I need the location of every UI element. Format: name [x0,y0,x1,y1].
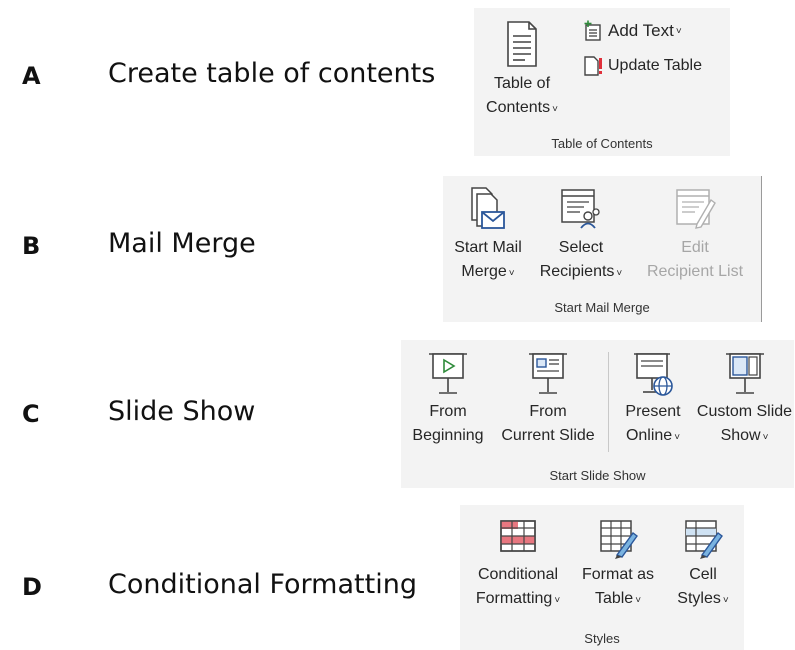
table-of-contents-button[interactable]: Table of Contents ˅ [482,20,562,122]
from-beginning-line2: Beginning [412,427,484,444]
chevron-down-icon: ˅ [762,432,769,443]
table-of-contents-icon [507,21,537,67]
ribbon-b-right-edge [761,176,762,322]
select-label-line2: Recipients [539,263,615,280]
chevron-down-icon: ˅ [616,268,623,279]
cell-styles-line2: Styles [677,590,721,607]
conditional-label-line2: Formatting [475,590,553,607]
group-name-table-of-contents: Table of Contents [551,136,653,151]
row-a-label: Create table of contents [108,58,436,89]
row-d-label: Conditional Formatting [108,569,417,600]
chevron-down-icon: ˅ [508,268,515,279]
add-text-button[interactable]: Add Text ˅ [582,20,682,42]
present-online-button[interactable]: Present Online ˅ [613,350,693,450]
custom-slide-show-button[interactable]: Custom Slide Show ˅ [695,350,794,450]
row-c-letter: C [22,400,40,428]
from-current-line2: Current Slide [501,427,595,444]
cell-styles-line1: Cell [689,566,717,583]
row-b-letter: B [22,232,41,260]
mail-merge-icon [471,187,505,229]
present-online-globe-icon [634,353,673,396]
toc-label-line2: Contents [486,99,551,116]
update-table-button[interactable]: Update Table [582,55,702,77]
projector-screen-play-icon [429,353,467,394]
format-as-table-button[interactable]: Format as Table ˅ [574,517,662,613]
conditional-label-line1: Conditional [477,566,559,583]
custom-slide-line2: Show [720,427,761,444]
select-recipients-button[interactable]: Select Recipients ˅ [533,186,629,286]
add-text-label: Add Text [608,21,674,40]
conditional-formatting-button[interactable]: Conditional Formatting ˅ [466,517,570,613]
group-name-start-slide-show: Start Slide Show [549,468,646,483]
custom-slide-show-icon [725,353,764,394]
chevron-down-icon: ˅ [552,104,558,115]
present-online-line2: Online [625,427,673,444]
edit-recipient-list-icon [676,189,716,229]
group-name-styles: Styles [584,631,620,646]
edit-recipient-list-button[interactable]: Edit Recipient List [637,186,753,284]
chevron-down-icon: ˅ [674,432,681,443]
format-as-table-line1: Format as [581,566,654,583]
from-beginning-button[interactable]: From Beginning [405,350,491,448]
ribbon-start-mail-merge: Start Mail Merge ˅ Select Recipients ˅ Edi… [443,176,761,322]
ribbon-c-separator [608,352,609,452]
from-current-slide-button[interactable]: From Current Slide [493,350,603,448]
start-mail-merge-button[interactable]: Start Mail Merge ˅ [447,186,529,286]
group-name-start-mail-merge: Start Mail Merge [554,300,650,315]
add-text-icon [584,20,601,41]
ribbon-table-of-contents: Table of Contents ˅ Add Text ˅ Update Tabl… [474,8,730,156]
present-online-line1: Present [625,403,681,420]
chevron-down-icon: ˅ [635,595,642,606]
edit-label-line2: Recipient List [646,263,744,280]
custom-slide-line1: Custom Slide [696,403,793,420]
update-table-icon [584,56,602,76]
row-b-label: Mail Merge [108,228,256,259]
row-a-letter: A [22,62,41,90]
projector-screen-slide-icon [529,353,567,394]
ribbon-styles: Conditional Formatting ˅ Format as Table ˅ [460,505,744,650]
ribbon-start-slide-show: From Beginning From Current Slide Presen… [401,340,794,488]
toc-label-line1: Table of [493,75,551,92]
from-beginning-line1: From [429,403,467,420]
from-current-line1: From [529,403,567,420]
chevron-down-icon: ˅ [675,25,682,37]
cell-styles-button[interactable]: Cell Styles ˅ [666,517,740,613]
cell-styles-icon [685,520,723,559]
format-as-table-line2: Table [594,590,634,607]
select-label-line1: Select [558,239,604,256]
chevron-down-icon: ˅ [722,595,729,606]
row-d-letter: D [22,573,42,601]
update-table-label: Update Table [608,57,702,74]
row-c-label: Slide Show [108,396,256,427]
start-mail-label-line1: Start Mail [454,239,522,256]
chevron-down-icon: ˅ [554,595,561,606]
conditional-formatting-icon [500,520,536,552]
edit-label-line1: Edit [681,239,709,256]
select-recipients-icon [561,189,600,229]
start-mail-label-line2: Merge [461,263,507,280]
format-as-table-icon [600,520,638,559]
